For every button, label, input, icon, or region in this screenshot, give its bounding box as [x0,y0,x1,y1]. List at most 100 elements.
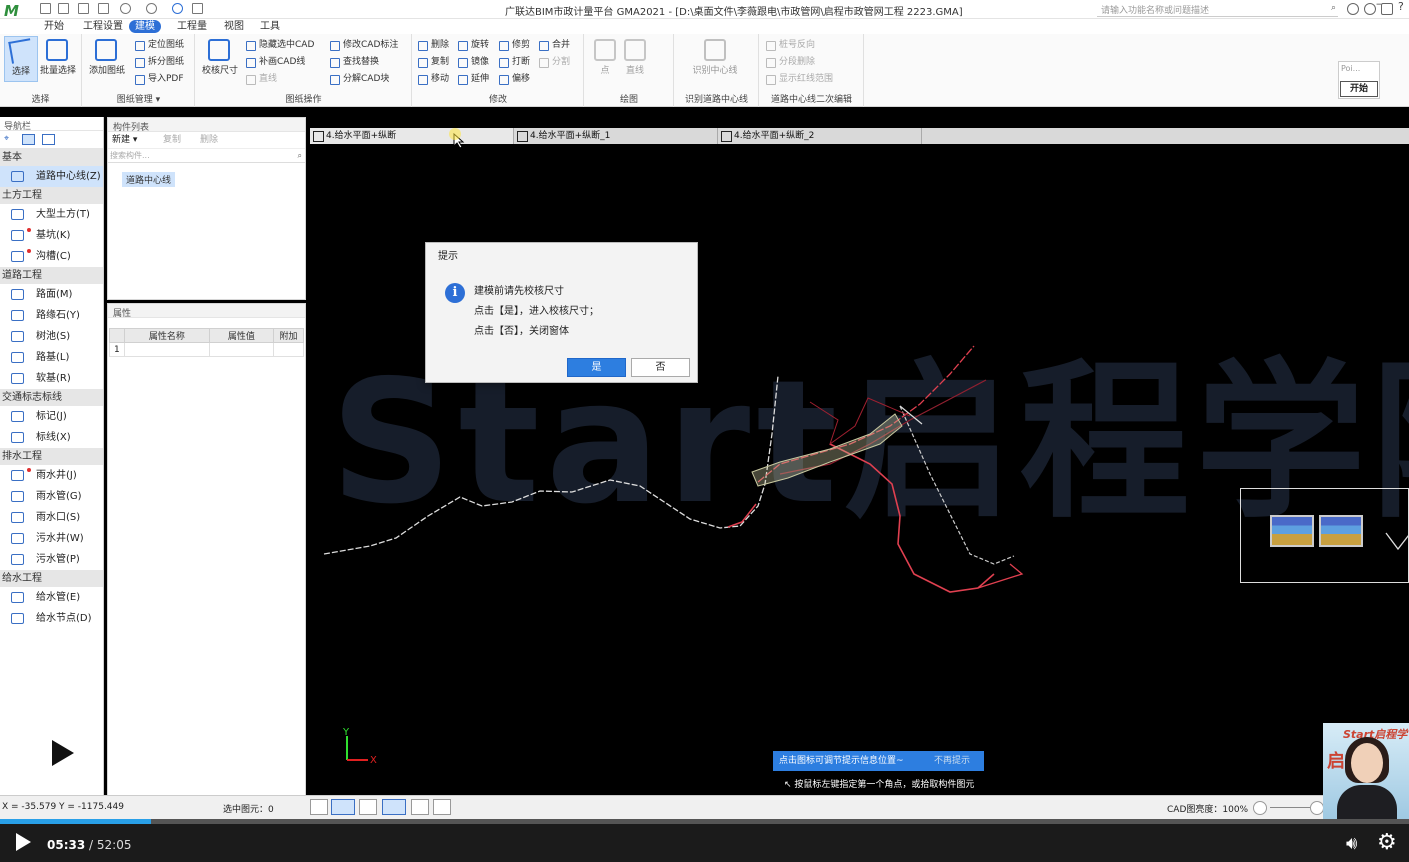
brightness-slider[interactable] [1270,807,1310,808]
line-button[interactable]: 直线 [246,72,277,86]
play-overlay-icon[interactable] [52,740,74,766]
start-input[interactable]: Poi... [1339,62,1379,75]
mini-view[interactable] [1240,488,1409,583]
merge-button[interactable]: 合并 [539,38,570,52]
break-button[interactable]: 打断 [499,55,530,69]
sidebar-item-soft-base[interactable]: 软基(R) [0,368,103,389]
check-size-button[interactable]: 校核尺寸 [202,36,238,82]
layer-toggle[interactable] [382,799,406,815]
function-search[interactable]: 请输入功能名称或问题描述 ⌕ [1097,3,1338,17]
modify-cad-label-button[interactable]: 修改CAD标注 [330,38,398,52]
sidebar-item-pavement[interactable]: 路面(M) [0,284,103,305]
sidebar-item-rain-well[interactable]: 雨水井(J) [0,465,103,486]
segment-delete-button[interactable]: 分段删除 [766,55,815,69]
extend-button[interactable]: 延伸 [458,72,489,86]
find-replace-button[interactable]: 查找替换 [330,55,379,69]
gear-icon[interactable]: ⚙ [1377,832,1397,854]
sidebar-item-trench[interactable]: 沟槽(C) [0,246,103,267]
quick-new-icon[interactable] [58,3,69,14]
pin-icon[interactable]: ⌖ [4,134,17,145]
headset-icon[interactable] [1364,3,1376,15]
sidebar-item-roadbed[interactable]: 路基(L) [0,347,103,368]
thumbnail-1[interactable] [1270,515,1314,547]
add-drawing-button[interactable]: 添加图纸 [89,36,125,82]
cloud-icon[interactable] [172,3,183,14]
list-view-icon[interactable] [22,134,35,145]
brightness-plus-icon[interactable] [1310,801,1324,815]
detail-view-icon[interactable] [42,134,55,145]
split-drawing-button[interactable]: 拆分图纸 [135,55,184,69]
quick-open-icon[interactable] [78,3,89,14]
minimize-icon[interactable]: – [1376,0,1382,10]
component-item[interactable]: 道路中心线 [122,172,176,187]
tip-dismiss[interactable]: 不再提示 [934,751,970,771]
select-button[interactable]: 选择 [4,36,38,82]
search-icon[interactable]: ⌕ [1331,3,1336,13]
nav-category[interactable]: 基本 [0,149,103,166]
component-search-icon[interactable]: ⌕ [298,149,302,163]
nav-category[interactable]: 土方工程 [0,187,103,204]
trim-button[interactable]: 修剪 [499,38,530,52]
help-icon[interactable]: ? [1398,0,1404,13]
sidebar-item-rain-inlet[interactable]: 雨水口(S) [0,507,103,528]
play-icon[interactable] [16,833,31,851]
no-button[interactable]: 否 [631,358,690,377]
user-icon[interactable] [1347,3,1359,15]
mirror-button[interactable]: 镜像 [458,55,489,69]
sidebar-item-sewer-pipe[interactable]: 污水管(P) [0,549,103,570]
table-row[interactable]: 1 [109,342,304,357]
volume-icon[interactable]: 🔊︎ [1346,835,1357,853]
import-pdf-button[interactable]: 导入PDF [135,72,184,86]
start-button[interactable]: 开始 [1340,81,1378,97]
sidebar-item-marking[interactable]: 标记(J) [0,406,103,427]
sidebar-item-water-pipe[interactable]: 给水管(E) [0,587,103,608]
quick-save-icon[interactable] [40,3,51,14]
select-mode-toggle[interactable] [331,799,355,815]
video-progress-bar[interactable] [0,819,1409,824]
redo-icon[interactable] [146,3,157,14]
sidebar-item-curb[interactable]: 路缘石(Y) [0,305,103,326]
thumbnail-2[interactable] [1319,515,1363,547]
quick-print-icon[interactable] [98,3,109,14]
sidebar-item-line-mark[interactable]: 标线(X) [0,427,103,448]
nav-category[interactable]: 道路工程 [0,267,103,284]
delete-button[interactable]: 删除 [418,38,449,52]
component-search[interactable]: 搜索构件... ⌕ [108,149,305,163]
sidebar-item-centerline[interactable]: 道路中心线(Z) [0,166,103,187]
draw-line-button[interactable]: 直线 [618,36,652,82]
show-redline-checkbox[interactable]: 显示红线范围 [766,72,833,86]
ortho-toggle[interactable] [310,799,328,815]
drawing-tab-3[interactable]: 4.给水平面+纵断_2 [718,128,922,144]
brightness-minus-icon[interactable] [1253,801,1267,815]
tab-quantity[interactable]: 工程量 [171,20,213,33]
sidebar-item-rain-pipe[interactable]: 雨水管(G) [0,486,103,507]
reverse-station-button[interactable]: 桩号反向 [766,38,815,52]
fix-cad-line-button[interactable]: 补画CAD线 [246,55,305,69]
undo-icon[interactable] [120,3,131,14]
tab-view[interactable]: 视图 [218,20,250,33]
grid-toggle[interactable] [411,799,429,815]
drawing-tab-2[interactable]: 4.给水平面+纵断_1 [514,128,718,144]
tab-modeling[interactable]: 建模 [129,20,161,33]
batch-select-button[interactable]: 批量选择 [40,36,76,82]
tip-bar[interactable]: 点击图标可调节提示信息位置~ 不再提示 [773,751,984,771]
hide-cad-button[interactable]: 隐藏选中CAD [246,38,314,52]
props-row-name[interactable] [124,342,210,357]
snap-toggle[interactable] [359,799,377,815]
gift-icon[interactable] [1381,3,1393,15]
sidebar-item-pit[interactable]: 基坑(K) [0,225,103,246]
yes-button[interactable]: 是 [567,358,626,377]
sidebar-item-water-node[interactable]: 给水节点(D) [0,608,103,629]
rotate-button[interactable]: 旋转 [458,38,489,52]
tab-start[interactable]: 开始 [38,20,70,33]
tab-project-settings[interactable]: 工程设置 [77,20,129,33]
sidebar-item-earthwork[interactable]: 大型土方(T) [0,204,103,225]
nav-category[interactable]: 给水工程 [0,570,103,587]
offset-button[interactable]: 偏移 [499,72,530,86]
nav-category[interactable]: 交通标志标线 [0,389,103,406]
new-component-button[interactable]: 新建 ▾ [112,132,137,149]
sidebar-item-sewer-well[interactable]: 污水井(W) [0,528,103,549]
delete-component-button[interactable]: 删除 [200,132,218,149]
split-button[interactable]: 分割 [539,55,570,69]
decompose-cad-button[interactable]: 分解CAD块 [330,72,389,86]
